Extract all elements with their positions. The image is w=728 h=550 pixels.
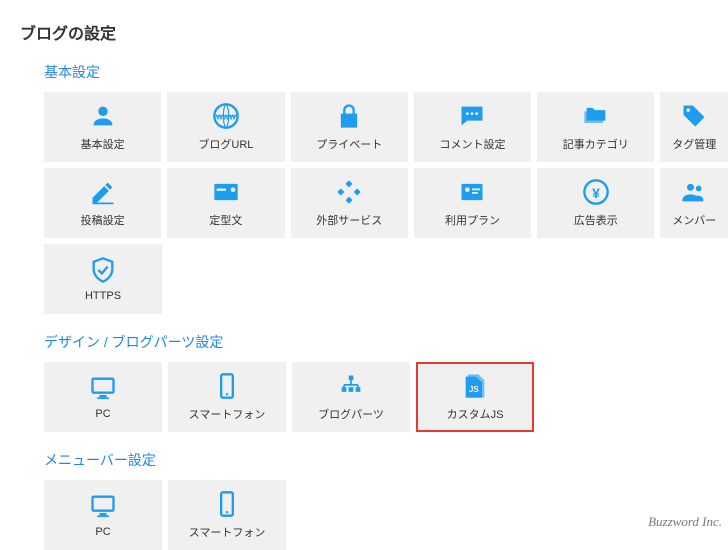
monitor-icon: [89, 492, 117, 520]
tile-label: HTTPS: [85, 290, 121, 302]
tile-category[interactable]: 記事カテゴリ: [537, 92, 654, 162]
page-title: ブログの設定: [20, 20, 728, 44]
members-icon: [680, 178, 708, 206]
tag-icon: [680, 102, 708, 130]
tile-label: スマートフォン: [189, 406, 266, 422]
folders-icon: [582, 102, 610, 130]
section-basic-title: 基本設定: [44, 62, 728, 82]
external-icon: [335, 178, 363, 206]
tile-label: 利用プラン: [445, 212, 500, 228]
tile-label: 外部サービス: [316, 212, 382, 228]
tile-label: 広告表示: [574, 212, 618, 228]
tile-label: PC: [95, 526, 110, 538]
tile-blog-url[interactable]: WWW ブログURL: [167, 92, 284, 162]
plan-icon: [458, 178, 486, 206]
tile-https[interactable]: HTTPS: [44, 244, 162, 314]
tile-tag[interactable]: タグ管理: [660, 92, 728, 162]
section-design-title: デザイン / ブログパーツ設定: [44, 332, 728, 352]
tile-menubar-pc[interactable]: PC: [44, 480, 162, 550]
tile-menubar-phone[interactable]: スマートフォン: [168, 480, 286, 550]
tile-basic-settings[interactable]: 基本設定: [44, 92, 161, 162]
footer-brand: Buzzword Inc.: [648, 514, 722, 530]
monitor-icon: [89, 374, 117, 402]
tile-label: タグ管理: [672, 136, 716, 152]
tile-members[interactable]: メンバー: [660, 168, 728, 238]
tile-label: コメント設定: [439, 136, 505, 152]
tile-label: ブログパーツ: [318, 406, 384, 422]
section-menubar: メニューバー設定 PC スマートフォン: [20, 450, 728, 550]
js-icon: JS: [461, 372, 489, 400]
tile-template-text[interactable]: 定型文: [167, 168, 284, 238]
section-menubar-title: メニューバー設定: [44, 450, 728, 470]
tile-label: スマートフォン: [189, 524, 266, 540]
tile-label: 投稿設定: [81, 212, 125, 228]
tile-comment-settings[interactable]: コメント設定: [414, 92, 531, 162]
svg-text:¥: ¥: [592, 185, 600, 201]
tile-label: 記事カテゴリ: [563, 136, 629, 152]
tile-custom-js[interactable]: JS カスタムJS: [416, 362, 534, 432]
tile-label: ブログURL: [198, 136, 253, 152]
tile-label: 定型文: [209, 212, 242, 228]
comment-icon: [458, 102, 486, 130]
tile-label: カスタムJS: [447, 406, 504, 422]
phone-icon: [213, 372, 241, 400]
tile-blog-parts[interactable]: ブログパーツ: [292, 362, 410, 432]
tile-label: プライベート: [316, 136, 382, 152]
tile-ads[interactable]: ¥ 広告表示: [537, 168, 654, 238]
tile-label: PC: [95, 408, 110, 420]
tile-external-service[interactable]: 外部サービス: [291, 168, 408, 238]
phone-icon: [213, 490, 241, 518]
www-icon: WWW: [212, 102, 240, 130]
tile-private[interactable]: プライベート: [291, 92, 408, 162]
person-icon: [89, 102, 117, 130]
tile-design-phone[interactable]: スマートフォン: [168, 362, 286, 432]
tile-label: メンバー: [672, 212, 716, 228]
tile-label: 基本設定: [81, 136, 125, 152]
parts-icon: [337, 372, 365, 400]
card-icon: [212, 178, 240, 206]
edit-icon: [89, 178, 117, 206]
shield-icon: [89, 256, 117, 284]
lock-icon: [335, 102, 363, 130]
tile-plan[interactable]: 利用プラン: [414, 168, 531, 238]
tile-design-pc[interactable]: PC: [44, 362, 162, 432]
svg-text:JS: JS: [469, 385, 480, 394]
tile-post-settings[interactable]: 投稿設定: [44, 168, 161, 238]
section-basic: 基本設定 基本設定 WWW ブログURL プライベート: [20, 62, 728, 314]
yen-icon: ¥: [582, 178, 610, 206]
section-design: デザイン / ブログパーツ設定 PC スマートフォン ブログパーツ: [20, 332, 728, 432]
